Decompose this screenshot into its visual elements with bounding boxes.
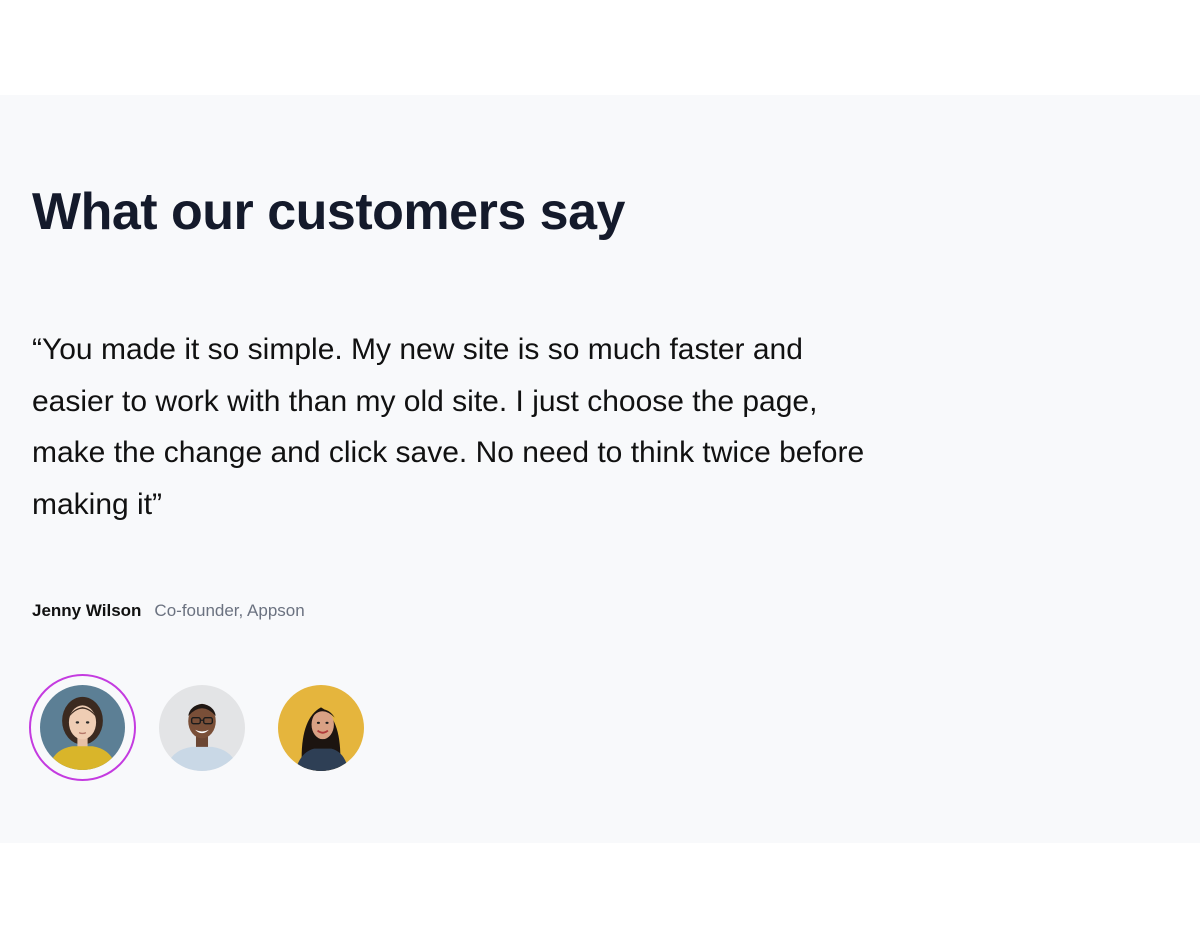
author-role: Co-founder, Appson bbox=[154, 601, 305, 620]
avatar-woman-yellow-background-icon bbox=[278, 685, 364, 771]
avatar-button-1[interactable] bbox=[29, 674, 136, 781]
section-heading: What our customers say bbox=[32, 183, 625, 241]
avatar-selector bbox=[29, 674, 369, 782]
avatar-button-3[interactable] bbox=[278, 685, 364, 771]
avatar-man-glasses-icon bbox=[159, 685, 245, 771]
author-name: Jenny Wilson bbox=[32, 601, 142, 620]
avatar-woman-yellow-shirt-icon bbox=[40, 685, 125, 770]
avatar-button-2[interactable] bbox=[159, 685, 245, 771]
testimonial-quote: “You made it so simple. My new site is s… bbox=[32, 333, 865, 521]
testimonial-author: Jenny Wilson Co-founder, Appson bbox=[32, 598, 305, 624]
